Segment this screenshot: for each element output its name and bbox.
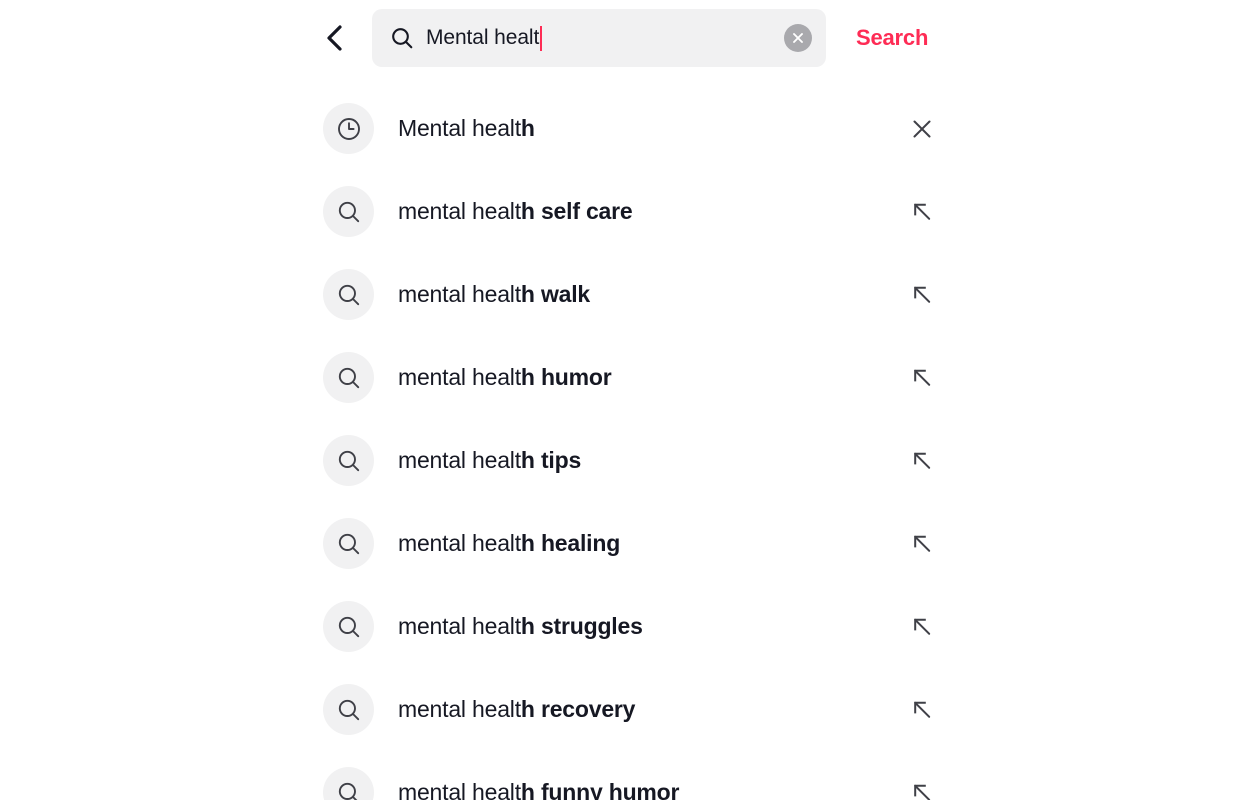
suggestion-row[interactable]: mental health walk — [318, 253, 946, 336]
suggestion-icon-circle — [323, 103, 374, 154]
suggestion-completion-part: h healing — [520, 530, 621, 556]
search-icon — [390, 26, 414, 50]
suggestion-typed-part: mental healt — [398, 447, 521, 473]
suggestion-completion-part: h struggles — [520, 613, 643, 639]
search-icon — [336, 282, 362, 308]
fill-query-button[interactable] — [900, 522, 944, 566]
suggestion-typed-part: mental healt — [398, 530, 521, 556]
search-input-text-wrap[interactable]: Mental healt — [426, 9, 776, 67]
suggestion-row[interactable]: mental health recovery — [318, 668, 946, 751]
search-icon — [336, 448, 362, 474]
remove-history-button[interactable] — [900, 107, 944, 151]
suggestion-row[interactable]: mental health self care — [318, 170, 946, 253]
search-icon — [336, 365, 362, 391]
suggestion-icon-circle — [323, 352, 374, 403]
suggestion-icon-circle — [323, 435, 374, 486]
suggestion-row[interactable]: mental health healing — [318, 502, 946, 585]
suggestion-typed-part: mental healt — [398, 779, 521, 800]
fill-query-button[interactable] — [900, 771, 944, 800]
suggestion-completion-part: h walk — [520, 281, 591, 307]
suggestion-completion-part: h recovery — [520, 696, 636, 722]
suggestion-typed-part: mental healt — [398, 198, 521, 224]
search-input-field[interactable]: Mental healt — [372, 9, 826, 67]
suggestion-row[interactable]: mental health funny humor — [318, 751, 946, 800]
suggestion-row[interactable]: mental health struggles — [318, 585, 946, 668]
suggestion-icon-circle — [323, 684, 374, 735]
close-icon — [790, 30, 806, 46]
text-caret — [540, 25, 543, 51]
back-button[interactable] — [314, 18, 354, 58]
search-suggestions-screen: Mental healt Search Mental health mental… — [0, 0, 1260, 800]
fill-query-button[interactable] — [900, 439, 944, 483]
suggestion-label: mental health healing — [398, 530, 900, 557]
clock-icon — [336, 116, 362, 142]
arrow-up-left-icon — [910, 449, 934, 473]
suggestion-label: mental health recovery — [398, 696, 900, 723]
arrow-up-left-icon — [910, 698, 934, 722]
suggestion-label: mental health humor — [398, 364, 900, 391]
search-icon — [336, 780, 362, 800]
arrow-up-left-icon — [910, 532, 934, 556]
suggestion-icon-circle — [323, 518, 374, 569]
suggestion-typed-part: mental healt — [398, 613, 521, 639]
suggestion-icon-circle — [323, 601, 374, 652]
search-icon — [336, 531, 362, 557]
suggestion-icon-circle — [323, 186, 374, 237]
suggestion-completion-part: h funny humor — [520, 779, 680, 800]
suggestion-completion-part: h — [520, 115, 535, 141]
fill-query-button[interactable] — [900, 190, 944, 234]
search-icon — [336, 199, 362, 225]
suggestion-label: mental health struggles — [398, 613, 900, 640]
suggestion-label: mental health funny humor — [398, 779, 900, 800]
suggestion-completion-part: h humor — [520, 364, 612, 390]
arrow-up-left-icon — [910, 615, 934, 639]
clear-search-button[interactable] — [784, 24, 812, 52]
suggestion-icon-circle — [323, 269, 374, 320]
search-icon — [336, 697, 362, 723]
suggestion-row[interactable]: mental health tips — [318, 419, 946, 502]
suggestion-row[interactable]: mental health humor — [318, 336, 946, 419]
arrow-up-left-icon — [910, 200, 934, 224]
suggestion-label: mental health tips — [398, 447, 900, 474]
fill-query-button[interactable] — [900, 605, 944, 649]
fill-query-button[interactable] — [900, 273, 944, 317]
arrow-up-left-icon — [910, 283, 934, 307]
fill-query-button[interactable] — [900, 356, 944, 400]
suggestion-label: mental health walk — [398, 281, 900, 308]
suggestion-label: Mental health — [398, 115, 900, 142]
search-input-value: Mental healt — [426, 26, 540, 49]
suggestion-typed-part: mental healt — [398, 281, 521, 307]
suggestion-typed-part: mental healt — [398, 364, 521, 390]
search-header: Mental healt Search — [318, 8, 942, 68]
suggestion-typed-part: Mental healt — [398, 115, 521, 141]
suggestion-completion-part: h self care — [520, 198, 633, 224]
suggestion-row[interactable]: Mental health — [318, 87, 946, 170]
suggestion-list: Mental health mental health self care me… — [318, 87, 946, 800]
chevron-left-icon — [321, 23, 347, 53]
suggestion-label: mental health self care — [398, 198, 900, 225]
search-icon — [336, 614, 362, 640]
suggestion-completion-part: h tips — [520, 447, 582, 473]
arrow-up-left-icon — [910, 366, 934, 390]
search-submit-button[interactable]: Search — [856, 25, 928, 51]
arrow-up-left-icon — [910, 781, 934, 800]
fill-query-button[interactable] — [900, 688, 944, 732]
suggestion-typed-part: mental healt — [398, 696, 521, 722]
suggestion-icon-circle — [323, 767, 374, 800]
close-icon — [910, 117, 934, 141]
